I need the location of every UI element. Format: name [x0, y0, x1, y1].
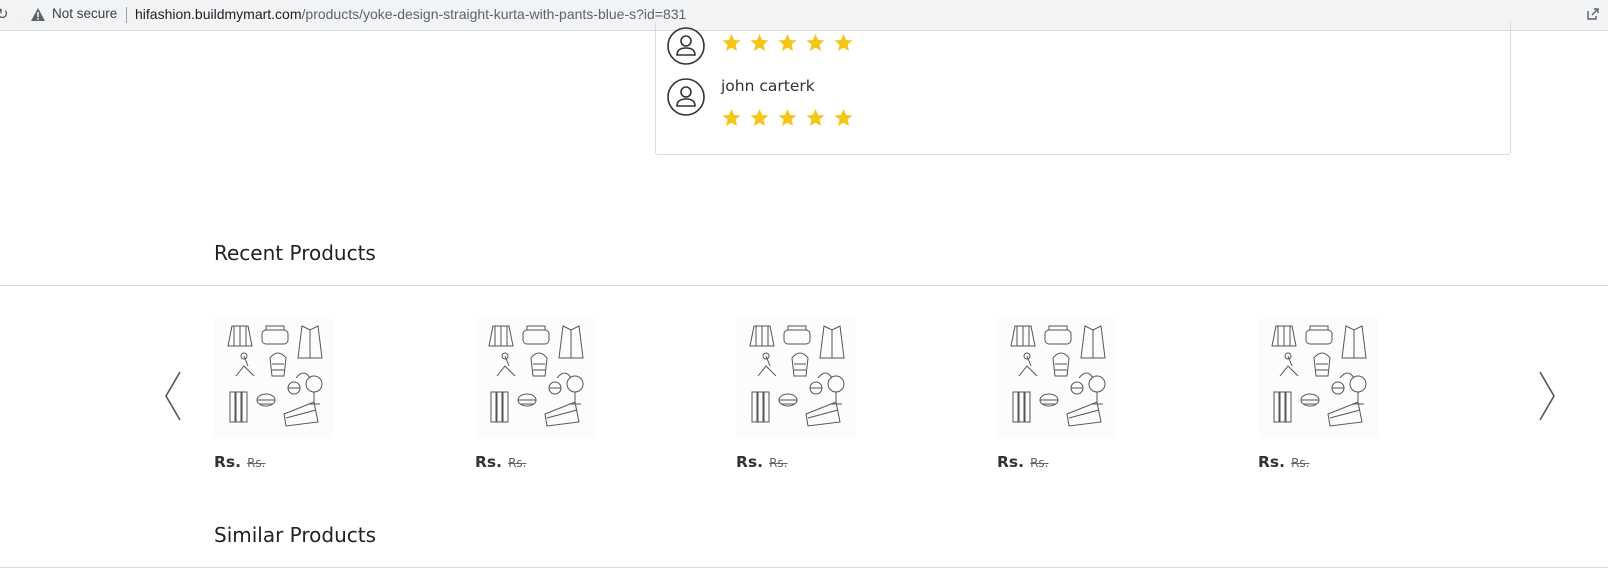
- product-card[interactable]: Rs. Rs.: [736, 318, 936, 478]
- open-external-icon[interactable]: [1586, 7, 1600, 21]
- rating-stars: [721, 108, 854, 128]
- security-status[interactable]: Not secure: [52, 6, 117, 21]
- price-current: Rs.: [1258, 453, 1286, 471]
- product-placeholder-image[interactable]: [1258, 318, 1378, 438]
- star-icon: [806, 109, 825, 126]
- product-price: Rs. Rs.: [997, 452, 1048, 471]
- product-card[interactable]: Rs. Rs.: [475, 318, 675, 478]
- star-icon: [750, 109, 769, 126]
- recent-products-title: Recent Products: [214, 241, 376, 265]
- product-price: Rs. Rs.: [475, 452, 526, 471]
- url-path: /products/yoke-design-straight-kurta-wit…: [301, 6, 687, 22]
- product-placeholder-image[interactable]: [475, 318, 595, 438]
- user-avatar-icon: [667, 27, 705, 65]
- star-icon: [750, 34, 769, 51]
- rating-stars: [721, 33, 854, 53]
- warning-triangle-icon[interactable]: [30, 7, 46, 22]
- section-divider: [0, 567, 1608, 568]
- product-price: Rs. Rs.: [214, 452, 265, 471]
- reload-icon[interactable]: ↻: [0, 5, 9, 23]
- price-original: Rs.: [247, 456, 266, 470]
- price-current: Rs.: [997, 453, 1025, 471]
- price-current: Rs.: [736, 453, 764, 471]
- price-current: Rs.: [475, 453, 503, 471]
- price-original: Rs.: [1030, 456, 1049, 470]
- price-original: Rs.: [1291, 456, 1310, 470]
- reviews-box: john carterk: [655, 22, 1511, 155]
- star-icon: [778, 109, 797, 126]
- price-current: Rs.: [214, 453, 242, 471]
- star-icon: [834, 34, 853, 51]
- product-card[interactable]: Rs. Rs.: [214, 318, 414, 478]
- chevron-left-icon[interactable]: [162, 370, 184, 422]
- product-card[interactable]: Rs. Rs.: [1258, 318, 1458, 478]
- product-placeholder-image[interactable]: [997, 318, 1117, 438]
- address-separator: [126, 7, 127, 23]
- star-icon: [722, 34, 741, 51]
- price-original: Rs.: [508, 456, 527, 470]
- star-icon: [806, 34, 825, 51]
- star-icon: [834, 109, 853, 126]
- price-original: Rs.: [769, 456, 788, 470]
- product-price: Rs. Rs.: [1258, 452, 1309, 471]
- url-text[interactable]: hifashion.buildmymart.com/products/yoke-…: [135, 6, 686, 22]
- star-icon: [778, 34, 797, 51]
- product-card[interactable]: Rs. Rs.: [997, 318, 1197, 478]
- section-divider: [0, 285, 1608, 286]
- product-placeholder-image[interactable]: [736, 318, 856, 438]
- url-host: hifashion.buildmymart.com: [135, 6, 302, 22]
- reviewer-name: john carterk: [721, 77, 815, 95]
- product-price: Rs. Rs.: [736, 452, 787, 471]
- user-avatar-icon: [667, 78, 705, 116]
- similar-products-title: Similar Products: [214, 523, 377, 547]
- star-icon: [722, 109, 741, 126]
- chevron-right-icon[interactable]: [1536, 370, 1558, 422]
- product-placeholder-image[interactable]: [214, 318, 334, 438]
